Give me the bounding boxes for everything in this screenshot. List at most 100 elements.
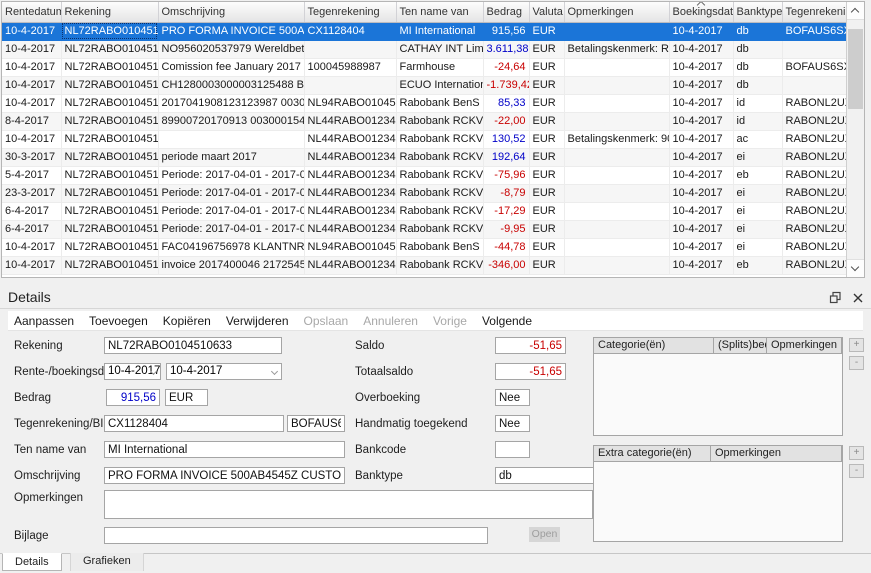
- saldo-field[interactable]: [495, 337, 566, 354]
- table-cell[interactable]: Betalingskenmerk: 900...: [564, 130, 669, 148]
- table-cell[interactable]: Rabobank BenS: [396, 238, 483, 256]
- table-cell[interactable]: Comission fee January 2017: [158, 58, 304, 76]
- table-cell[interactable]: Rabobank RCKV: [396, 220, 483, 238]
- toolbar-volgende-button[interactable]: Volgende: [482, 314, 532, 328]
- table-row[interactable]: 8-4-2017NL72RABO010451063389900720170913…: [2, 112, 846, 130]
- table-cell[interactable]: -8,79: [483, 184, 529, 202]
- table-cell[interactable]: Rabobank RCKV: [396, 130, 483, 148]
- table-row[interactable]: 10-4-2017NL72RABO0104510633invoice 20174…: [2, 256, 846, 274]
- table-cell[interactable]: [158, 130, 304, 148]
- add-category-button[interactable]: +: [849, 338, 864, 352]
- table-cell[interactable]: ei: [733, 148, 782, 166]
- table-cell[interactable]: 85,33: [483, 94, 529, 112]
- table-cell[interactable]: NL94RABO0104510625: [304, 94, 396, 112]
- table-cell[interactable]: -75,96: [483, 166, 529, 184]
- table-cell[interactable]: [564, 58, 669, 76]
- table-cell[interactable]: NL44RABO0123456789: [304, 256, 396, 274]
- table-cell[interactable]: id: [733, 112, 782, 130]
- table-cell[interactable]: 10-4-2017: [669, 40, 733, 58]
- table-cell[interactable]: EUR: [529, 112, 564, 130]
- table-cell[interactable]: NL72RABO0104510633: [61, 202, 158, 220]
- table-cell[interactable]: NL44RABO0123456789: [304, 220, 396, 238]
- table-cell[interactable]: [564, 94, 669, 112]
- table-cell[interactable]: 10-4-2017: [669, 202, 733, 220]
- close-panel-icon[interactable]: [852, 291, 865, 304]
- table-cell[interactable]: NL44RABO0123456789: [304, 166, 396, 184]
- table-cell[interactable]: 10-4-2017: [669, 256, 733, 274]
- table-cell[interactable]: 23-3-2017: [2, 184, 61, 202]
- table-cell[interactable]: NL72RABO0104510633: [61, 256, 158, 274]
- table-cell[interactable]: [564, 238, 669, 256]
- table-cell[interactable]: RABONL2UXXX: [782, 166, 846, 184]
- table-cell[interactable]: 10-4-2017: [2, 40, 61, 58]
- table-cell[interactable]: [564, 202, 669, 220]
- table-cell[interactable]: 10-4-2017: [669, 148, 733, 166]
- table-cell[interactable]: EUR: [529, 202, 564, 220]
- table-cell[interactable]: 5-4-2017: [2, 166, 61, 184]
- table-cell[interactable]: 130,52: [483, 130, 529, 148]
- handmatig-toegekend-field[interactable]: [495, 415, 530, 432]
- table-cell[interactable]: FAC04196756978 KLANTNR 229900: [158, 238, 304, 256]
- table-cell[interactable]: NO956020537979 Wereldbetaling...: [158, 40, 304, 58]
- table-cell[interactable]: RABONL2UXXX: [782, 238, 846, 256]
- column-header-boekingsdatum[interactable]: Boekingsdatum: [669, 2, 733, 22]
- overboeking-field[interactable]: [495, 389, 530, 406]
- boekingsdatum-select[interactable]: 10-4-2017: [166, 363, 282, 380]
- table-cell[interactable]: db: [733, 58, 782, 76]
- table-row[interactable]: 30-3-2017NL72RABO0104510633periode maart…: [2, 148, 846, 166]
- column-header-tegenrekening[interactable]: Tegenrekening: [304, 2, 396, 22]
- table-cell[interactable]: periode maart 2017: [158, 148, 304, 166]
- table-cell[interactable]: ei: [733, 220, 782, 238]
- ten-name-van-field[interactable]: [104, 441, 345, 458]
- table-row[interactable]: 10-4-2017NL72RABO0104510633Comission fee…: [2, 58, 846, 76]
- table-cell[interactable]: 6-4-2017: [2, 202, 61, 220]
- table-cell[interactable]: NL72RABO0104510633: [61, 148, 158, 166]
- table-cell[interactable]: Betalingskenmerk: RE0...: [564, 40, 669, 58]
- table-cell[interactable]: Rabobank RCKV: [396, 184, 483, 202]
- table-cell[interactable]: 10-4-2017: [2, 238, 61, 256]
- table-cell[interactable]: -1.739,42: [483, 76, 529, 94]
- table-cell[interactable]: EUR: [529, 76, 564, 94]
- table-cell[interactable]: 10-4-2017: [669, 76, 733, 94]
- table-cell[interactable]: EUR: [529, 148, 564, 166]
- table-cell[interactable]: Rabobank RCKV: [396, 166, 483, 184]
- table-cell[interactable]: Farmhouse: [396, 58, 483, 76]
- table-cell[interactable]: CH1280003000003125488 Betalin...: [158, 76, 304, 94]
- column-header-extra-categorie-n[interactable]: Extra categorie(ën): [594, 446, 711, 462]
- table-cell[interactable]: [564, 166, 669, 184]
- table-cell[interactable]: 10-4-2017: [669, 220, 733, 238]
- remove-extra-category-button[interactable]: -: [849, 464, 864, 478]
- table-cell[interactable]: RABONL2UXXX: [782, 130, 846, 148]
- table-row[interactable]: 6-4-2017NL72RABO0104510633Periode: 2017-…: [2, 202, 846, 220]
- table-cell[interactable]: eb: [733, 256, 782, 274]
- scroll-up-button[interactable]: [847, 2, 864, 20]
- table-row[interactable]: 10-4-2017NL72RABO0104510633NO95602053797…: [2, 40, 846, 58]
- table-cell[interactable]: EUR: [529, 256, 564, 274]
- table-cell[interactable]: RABONL2UXXX: [782, 184, 846, 202]
- column-header-rekening[interactable]: Rekening: [61, 2, 158, 22]
- table-cell[interactable]: [782, 76, 846, 94]
- column-header-splits-bedra[interactable]: (Splits)bedra: [714, 338, 767, 354]
- toolbar-aanpassen-button[interactable]: Aanpassen: [14, 314, 74, 328]
- table-cell[interactable]: EUR: [529, 94, 564, 112]
- table-row[interactable]: 10-4-2017NL72RABO01045106332017041908123…: [2, 94, 846, 112]
- table-cell[interactable]: Rabobank RCKV: [396, 148, 483, 166]
- table-cell[interactable]: 10-4-2017: [2, 94, 61, 112]
- float-panel-icon[interactable]: [829, 291, 842, 304]
- add-extra-category-button[interactable]: +: [849, 446, 864, 460]
- valuta-field[interactable]: [165, 389, 208, 406]
- table-cell[interactable]: 10-4-2017: [2, 256, 61, 274]
- table-row[interactable]: 5-4-2017NL72RABO0104510633Periode: 2017-…: [2, 166, 846, 184]
- table-cell[interactable]: 10-4-2017: [669, 94, 733, 112]
- column-header-bedrag[interactable]: Bedrag: [483, 2, 529, 22]
- table-cell[interactable]: MI International: [396, 22, 483, 40]
- table-cell[interactable]: ac: [733, 130, 782, 148]
- table-cell[interactable]: PRO FORMA INVOICE 500AB4545...: [158, 22, 304, 40]
- table-cell[interactable]: 10-4-2017: [669, 112, 733, 130]
- table-cell[interactable]: [564, 22, 669, 40]
- rekening-field[interactable]: [104, 337, 282, 354]
- table-row[interactable]: 10-4-2017NL72RABO0104510633NL44RABO01234…: [2, 130, 846, 148]
- table-cell[interactable]: Rabobank BenS: [396, 94, 483, 112]
- table-cell[interactable]: EUR: [529, 40, 564, 58]
- table-cell[interactable]: 10-4-2017: [2, 130, 61, 148]
